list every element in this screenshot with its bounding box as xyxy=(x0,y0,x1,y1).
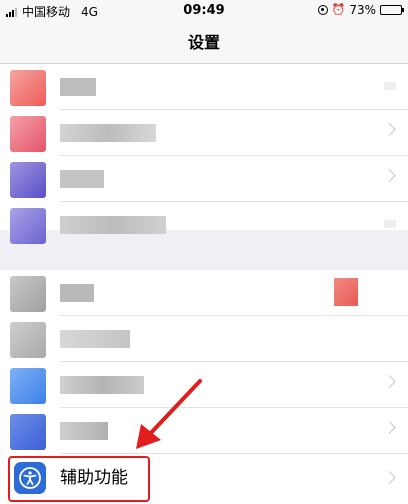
accessibility-icon xyxy=(14,462,46,494)
blurred-value xyxy=(384,82,396,90)
blurred-label xyxy=(60,330,130,348)
blurred-label xyxy=(60,216,166,234)
chevron-right-icon xyxy=(383,421,396,434)
blurred-app-icon xyxy=(10,116,46,152)
orientation-lock-icon xyxy=(317,5,328,15)
blurred-value xyxy=(384,220,396,228)
blurred-app-icon xyxy=(10,162,46,198)
chevron-right-icon xyxy=(383,375,396,388)
chevron-right-icon xyxy=(383,169,396,182)
battery-icon xyxy=(380,5,404,15)
settings-row-blurred[interactable] xyxy=(0,202,408,248)
blurred-label xyxy=(60,422,108,440)
chevron-right-icon xyxy=(383,123,396,136)
blurred-label xyxy=(60,376,144,394)
settings-row-blurred[interactable] xyxy=(0,316,408,362)
settings-row-blurred[interactable] xyxy=(0,156,408,202)
alarm-icon: ⏰ xyxy=(331,3,346,16)
settings-row-blurred[interactable] xyxy=(0,362,408,408)
settings-row-blurred[interactable] xyxy=(0,408,408,454)
battery-percent: 73% xyxy=(349,3,376,17)
status-bar: 中国移动 4G 09:49 ⏰ 73% xyxy=(0,0,408,22)
blurred-label xyxy=(60,78,96,96)
blurred-app-icon xyxy=(10,322,46,358)
page-title: 设置 xyxy=(187,33,220,52)
status-right: ⏰ 73% xyxy=(317,3,404,17)
blurred-badge xyxy=(334,278,358,306)
nav-bar: 设置 xyxy=(0,22,408,64)
blurred-app-icon xyxy=(10,208,46,244)
blurred-app-icon xyxy=(10,414,46,450)
blurred-label xyxy=(60,124,156,142)
settings-row-accessibility[interactable]: 辅助功能 xyxy=(0,454,408,504)
blurred-label xyxy=(60,284,94,302)
blurred-app-icon xyxy=(10,276,46,312)
blurred-app-icon xyxy=(10,368,46,404)
accessibility-label: 辅助功能 xyxy=(60,468,128,488)
accessibility-figure-icon xyxy=(19,467,41,489)
blurred-label xyxy=(60,170,104,188)
settings-group-1 xyxy=(0,64,408,244)
settings-row-blurred[interactable] xyxy=(0,270,408,316)
settings-row-blurred[interactable] xyxy=(0,64,408,110)
settings-row-blurred[interactable] xyxy=(0,110,408,156)
blurred-app-icon xyxy=(10,70,46,106)
chevron-right-icon xyxy=(383,471,396,484)
settings-group-2: 辅助功能 xyxy=(0,270,408,504)
